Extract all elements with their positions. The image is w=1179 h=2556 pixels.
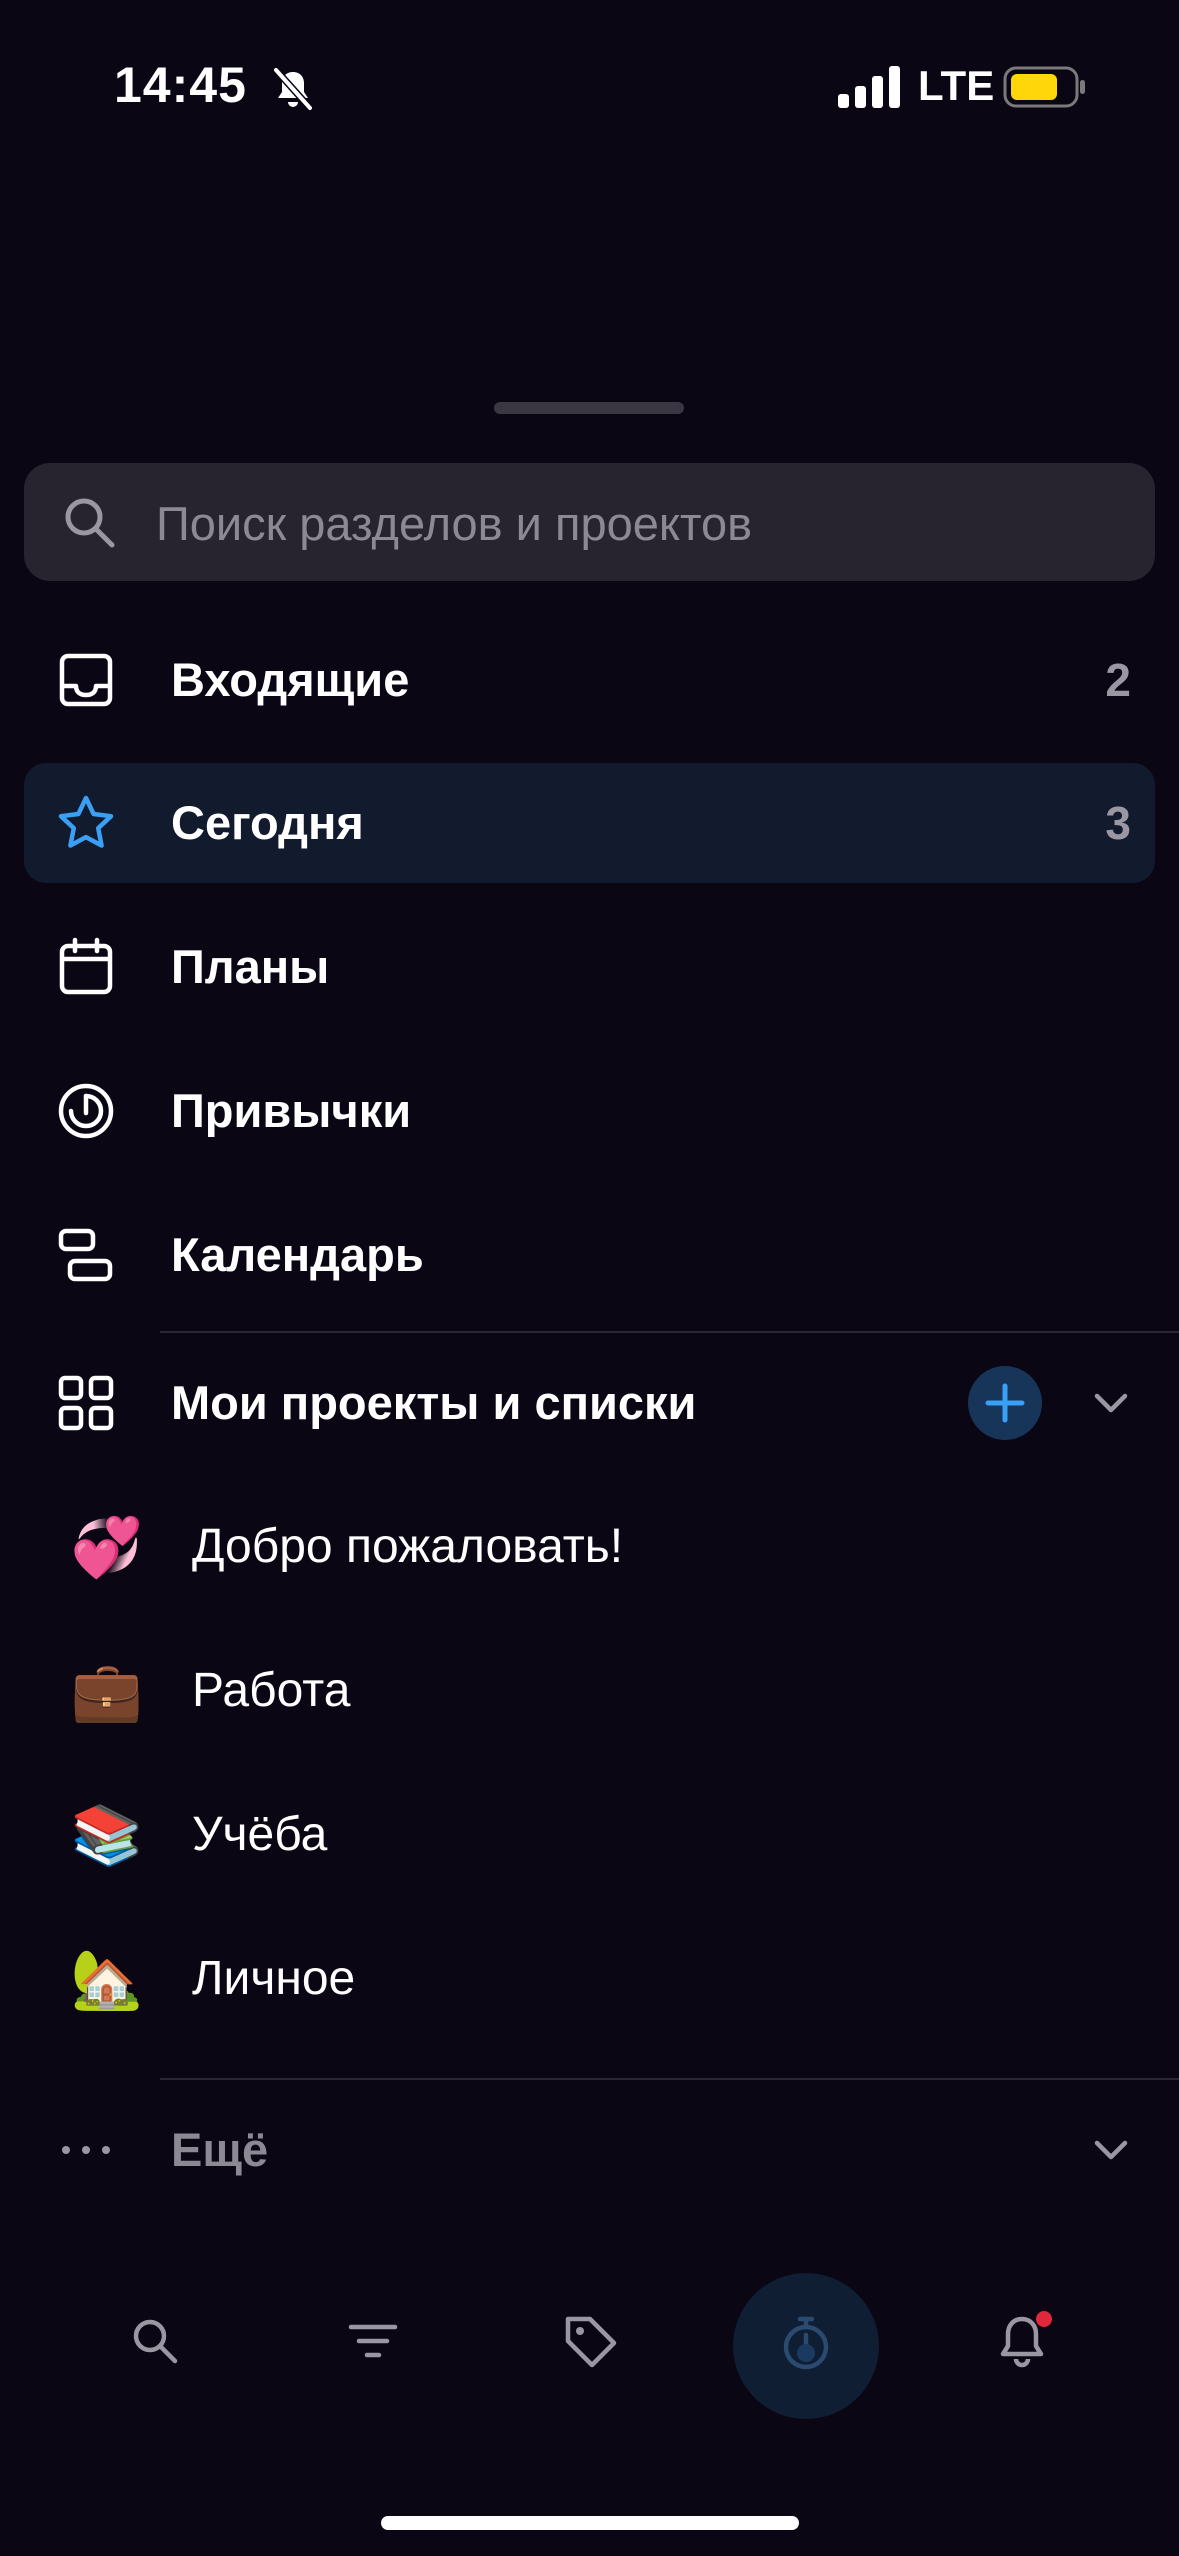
plus-icon — [985, 1383, 1025, 1423]
signal-icon — [838, 66, 900, 108]
calendar-icon — [59, 937, 113, 995]
filter-icon[interactable] — [343, 2311, 403, 2371]
home-indicator — [381, 2516, 799, 2530]
search-input[interactable] — [156, 488, 1116, 558]
network-type: LTE — [918, 62, 995, 109]
search-icon — [65, 498, 115, 548]
tag-icon[interactable] — [560, 2311, 620, 2371]
habit-target-icon — [58, 1083, 114, 1139]
project-label-study: Учёба — [192, 1808, 328, 1861]
section-label-today: Сегодня — [171, 796, 364, 849]
project-label-welcome: Добро пожаловать! — [192, 1520, 624, 1573]
chevron-down-icon[interactable] — [1089, 2128, 1133, 2172]
project-label-personal: Личное — [192, 1952, 356, 2005]
add-project-button[interactable] — [968, 1366, 1042, 1440]
section-label-habits: Привычки — [171, 1084, 412, 1137]
project-emoji-work: 💼 — [70, 1657, 144, 1725]
project-label-work: Работа — [192, 1664, 351, 1717]
ellipsis-icon — [62, 2146, 110, 2154]
section-count-inbox: 2 — [1105, 654, 1131, 706]
more-label: Ещё — [171, 2123, 269, 2176]
projects-header-label: Мои проекты и списки — [171, 1376, 697, 1429]
divider — [160, 1331, 1179, 1333]
grid-icon — [58, 1375, 114, 1431]
inbox-icon — [59, 653, 113, 707]
project-emoji-welcome: 💞 — [70, 1513, 144, 1581]
project-emoji-personal: 🏡 — [70, 1945, 144, 2013]
bell-slash-icon — [273, 67, 313, 111]
chevron-down-icon[interactable] — [1089, 1381, 1133, 1425]
battery-icon — [1003, 66, 1085, 108]
divider — [160, 2078, 1179, 2080]
sheet-handle[interactable] — [494, 402, 684, 414]
search-icon[interactable] — [125, 2311, 185, 2371]
timeline-icon — [58, 1228, 113, 1282]
section-label-plans: Планы — [171, 940, 330, 993]
project-emoji-study: 📚 — [70, 1801, 144, 1869]
notification-badge — [1036, 2311, 1052, 2327]
section-label-inbox: Входящие — [171, 653, 410, 706]
section-count-today: 3 — [1105, 797, 1131, 849]
stopwatch-icon — [783, 2316, 829, 2370]
section-label-calendar: Календарь — [171, 1228, 424, 1281]
status-time: 14:45 — [114, 57, 247, 113]
star-icon — [58, 795, 114, 848]
